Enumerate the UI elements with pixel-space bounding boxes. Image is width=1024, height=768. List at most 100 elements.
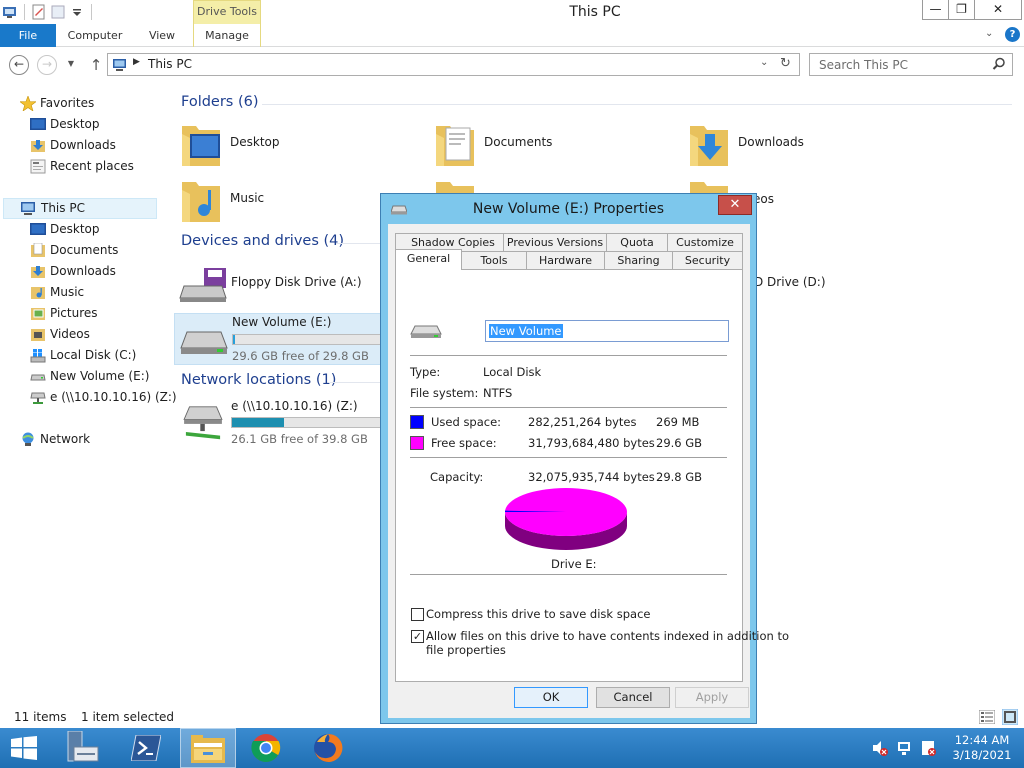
windows-drive-icon xyxy=(30,349,46,363)
search-placeholder: Search This PC xyxy=(819,58,908,72)
sidebar-item-label: Downloads xyxy=(50,138,116,152)
index-checkbox[interactable]: ✓ xyxy=(411,630,424,643)
large-icons-view-icon[interactable] xyxy=(1002,709,1018,725)
network-group-header[interactable]: Network locations (1) xyxy=(181,372,336,388)
desktop-folder-icon xyxy=(182,126,220,166)
minimize-button[interactable]: — xyxy=(922,0,949,20)
help-icon[interactable]: ? xyxy=(1005,27,1020,42)
forward-button[interactable]: → xyxy=(37,55,57,75)
ribbon-tabs: File Computer View Manage ⌄ ? xyxy=(0,24,1024,47)
sidebar-item-label: This PC xyxy=(41,201,85,215)
tab-sharing[interactable]: Sharing xyxy=(604,251,673,270)
sidebar-item-label: Network xyxy=(40,432,91,446)
search-input[interactable]: Search This PC xyxy=(809,53,1013,76)
search-icon[interactable] xyxy=(992,57,1006,71)
divider xyxy=(410,355,727,356)
taskbar: 12:44 AM 3/18/2021 xyxy=(0,728,1024,768)
folder-desktop[interactable]: Desktop xyxy=(180,120,430,172)
documents-icon xyxy=(31,243,45,257)
title-bar: Drive Tools This PC — ❐ ✕ xyxy=(0,0,1024,24)
taskbar-chrome[interactable] xyxy=(238,728,294,768)
sidebar-item-label: Pictures xyxy=(50,306,98,320)
type-label: Type: xyxy=(410,365,441,379)
drive-floppy-a[interactable]: Floppy Disk Drive (A:) xyxy=(174,260,384,312)
address-text: This PC xyxy=(148,57,192,71)
address-dropdown-icon[interactable]: ⌄ xyxy=(760,57,768,68)
tab-customize[interactable]: Customize xyxy=(667,233,743,252)
breadcrumb-chevron-icon[interactable]: ▶ xyxy=(133,57,140,67)
folder-downloads[interactable]: Downloads xyxy=(688,120,938,172)
drive-label: e (\\10.10.10.16) (Z:) xyxy=(231,399,358,413)
used-space-swatch xyxy=(410,415,424,429)
taskbar-firefox[interactable] xyxy=(300,728,356,768)
sidebar-item-this-pc[interactable]: This PC xyxy=(3,198,157,219)
dialog-close-button[interactable]: ✕ xyxy=(718,195,752,215)
folder-label: Downloads xyxy=(738,135,804,149)
capacity-bytes: 32,075,935,744 bytes xyxy=(528,470,655,484)
taskbar-powershell[interactable] xyxy=(118,728,174,768)
tab-tools[interactable]: Tools xyxy=(461,251,527,270)
volume-icon xyxy=(873,741,888,756)
used-space-size: 269 MB xyxy=(656,415,700,429)
volume-name-input[interactable]: New Volume xyxy=(485,320,729,342)
tab-hardware[interactable]: Hardware xyxy=(526,251,605,270)
ok-button[interactable]: OK xyxy=(514,687,588,708)
tab-security[interactable]: Security xyxy=(672,251,743,270)
drive-dvd-d[interactable]: D Drive (D:) xyxy=(754,260,880,312)
address-bar[interactable]: ▶ This PC ⌄ ↻ xyxy=(107,53,800,76)
clock[interactable]: 12:44 AM 3/18/2021 xyxy=(947,733,1017,763)
refresh-icon[interactable]: ↻ xyxy=(780,56,791,71)
maximize-button[interactable]: ❐ xyxy=(948,0,975,20)
windows-logo-icon xyxy=(11,736,37,760)
taskbar-file-explorer[interactable] xyxy=(180,728,236,768)
drive-letter-label: Drive E: xyxy=(551,557,597,571)
tab-file[interactable]: File xyxy=(0,24,56,47)
apply-button[interactable]: Apply xyxy=(675,687,749,708)
tab-view[interactable]: View xyxy=(140,24,184,47)
clock-time: 12:44 AM xyxy=(954,733,1010,747)
compress-checkbox[interactable] xyxy=(411,608,424,621)
up-button[interactable]: ↑ xyxy=(86,55,106,75)
file-explorer-icon xyxy=(191,735,225,763)
drive-network-z[interactable]: e (\\10.10.10.16) (Z:) 26.1 GB free of 3… xyxy=(174,397,386,449)
tab-computer[interactable]: Computer xyxy=(62,24,128,47)
cancel-button[interactable]: Cancel xyxy=(596,687,670,708)
expand-ribbon-icon[interactable]: ⌄ xyxy=(985,28,993,39)
close-window-button[interactable]: ✕ xyxy=(974,0,1022,20)
sidebar-item-label: Favorites xyxy=(40,96,95,110)
tab-manage[interactable]: Manage xyxy=(193,24,261,47)
free-space-bytes: 31,793,684,480 bytes xyxy=(528,436,655,450)
folder-documents[interactable]: Documents xyxy=(434,120,684,172)
navigation-bar: ← → ▼ ↑ ▶ This PC ⌄ ↻ Search This PC xyxy=(0,47,1024,82)
chrome-icon xyxy=(251,734,281,762)
recent-locations-button[interactable]: ▼ xyxy=(66,59,76,69)
disk-usage-pie-chart xyxy=(505,488,627,550)
downloads-folder-icon xyxy=(690,126,728,166)
index-label-line1: Allow files on this drive to have conten… xyxy=(426,629,789,643)
tab-previous-versions[interactable]: Previous Versions xyxy=(503,233,607,252)
action-center-icon xyxy=(922,741,936,756)
sidebar-item-label: e (\\10.10.10.16) (Z:) xyxy=(50,390,177,404)
status-item-count: 11 items xyxy=(14,710,67,724)
sidebar-item-label: Videos xyxy=(50,327,90,341)
floppy-drive-icon xyxy=(179,268,227,302)
downloads-icon xyxy=(31,266,45,278)
group-divider xyxy=(336,243,381,244)
drive-usage-fill xyxy=(232,418,285,427)
star-icon xyxy=(20,96,36,111)
drive-new-volume-e[interactable]: New Volume (E:) 29.6 GB free of 29.8 GB xyxy=(174,313,387,365)
sidebar-item-label: Downloads xyxy=(50,264,116,278)
folders-group-header[interactable]: Folders (6) xyxy=(181,94,259,110)
network-status-icon xyxy=(898,742,910,755)
taskbar-server-manager[interactable] xyxy=(56,728,112,768)
system-tray[interactable] xyxy=(870,736,942,760)
devices-group-header[interactable]: Devices and drives (4) xyxy=(181,233,344,249)
sidebar-item-label: Local Disk (C:) xyxy=(50,348,137,362)
dialog-client-area: Shadow Copies Previous Versions Quota Cu… xyxy=(388,224,789,718)
tab-general[interactable]: General xyxy=(395,249,462,270)
tab-quota[interactable]: Quota xyxy=(606,233,668,252)
start-button[interactable] xyxy=(0,728,50,768)
details-view-icon[interactable] xyxy=(979,710,995,724)
back-button[interactable]: ← xyxy=(9,55,29,75)
clock-date: 3/18/2021 xyxy=(952,748,1012,762)
